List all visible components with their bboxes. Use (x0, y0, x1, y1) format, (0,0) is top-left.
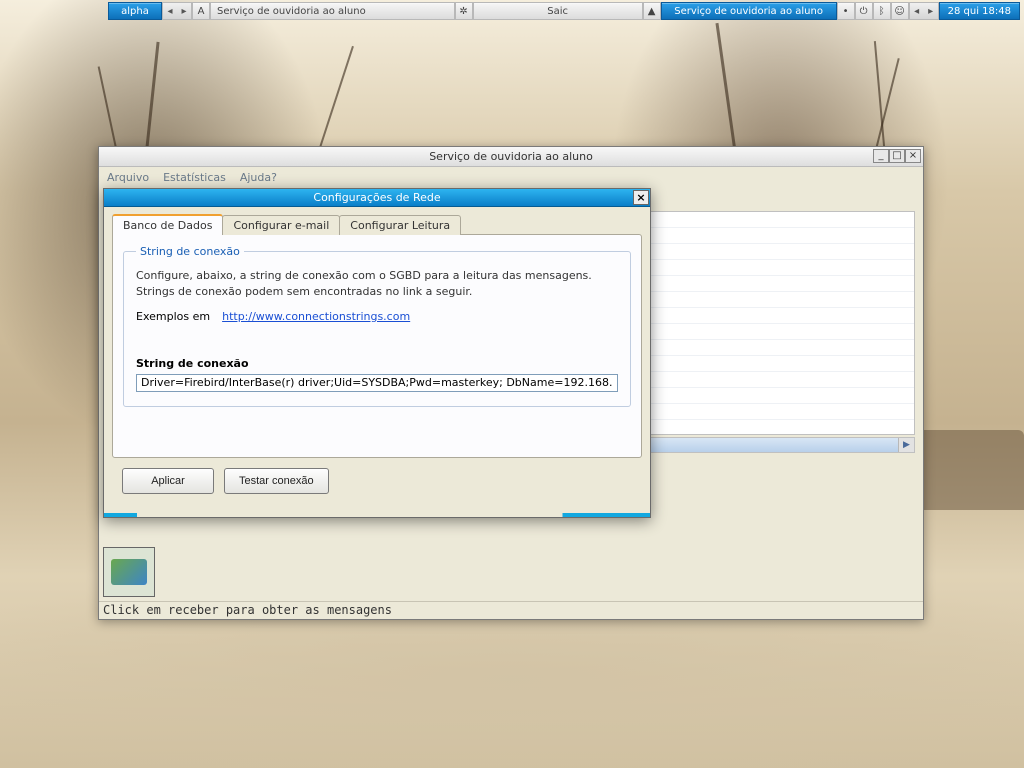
examples-link[interactable]: http://www.connectionstrings.com (222, 310, 410, 323)
group-legend: String de conexão (136, 245, 244, 258)
dialog-accent-bar (104, 513, 650, 517)
power-icon[interactable]: ⏻ (855, 2, 873, 20)
workspace-pager[interactable]: ◂▸ (162, 2, 192, 20)
top-panel: alpha ◂▸ A Serviço de ouvidoria ao aluno… (108, 2, 1020, 20)
menu-arquivo[interactable]: Arquivo (107, 171, 149, 184)
minimize-button[interactable]: _ (873, 149, 889, 163)
search-icon[interactable]: ✲ (455, 2, 473, 20)
show-desktop-icon[interactable]: A (192, 2, 210, 20)
clock[interactable]: 28 qui 18:48 (939, 2, 1020, 20)
help-text-line1: Configure, abaixo, a string de conexão c… (136, 268, 618, 284)
dialog-close-button[interactable]: × (633, 190, 649, 205)
examples-label: Exemplos em (136, 310, 210, 323)
image-icon (111, 559, 147, 585)
connection-string-group: String de conexão Configure, abaixo, a s… (123, 245, 631, 407)
menu-estatisticas[interactable]: Estatísticas (163, 171, 226, 184)
task-button-ouvidoria-active[interactable]: Serviço de ouvidoria ao aluno (661, 2, 837, 20)
menubar: Arquivo Estatísticas Ajuda? (99, 167, 923, 187)
task-button-ouvidoria[interactable]: Serviço de ouvidoria ao aluno (210, 2, 455, 20)
attachment-thumbnail[interactable] (103, 547, 155, 597)
maximize-button[interactable]: □ (889, 149, 905, 163)
host-label[interactable]: alpha (108, 2, 162, 20)
network-settings-dialog: Configurações de Rede × Banco de Dados C… (103, 188, 651, 518)
dialog-title: Configurações de Rede (313, 191, 440, 204)
dialog-titlebar[interactable]: Configurações de Rede × (104, 189, 650, 207)
user-icon[interactable]: ☺ (891, 2, 909, 20)
tab-configurar-leitura[interactable]: Configurar Leitura (339, 215, 461, 235)
tab-configurar-email[interactable]: Configurar e-mail (222, 215, 340, 235)
tab-banco-de-dados[interactable]: Banco de Dados (112, 214, 223, 235)
help-text-line2: Strings de conexão podem sem encontradas… (136, 284, 618, 300)
task-button-saic[interactable]: Saic (473, 2, 643, 20)
main-window-title: Serviço de ouvidoria ao aluno (429, 150, 593, 163)
menu-ajuda[interactable]: Ajuda? (240, 171, 277, 184)
bluetooth-icon[interactable]: ᛒ (873, 2, 891, 20)
connection-string-label: String de conexão (136, 357, 618, 370)
dialog-tabs: Banco de Dados Configurar e-mail Configu… (112, 213, 642, 235)
scroll-right-icon[interactable]: ▶ (898, 438, 914, 452)
tray-separator-icon: • (837, 2, 855, 20)
statusbar: Click em receber para obter as mensagens (99, 601, 923, 619)
tab-panel-db: String de conexão Configure, abaixo, a s… (112, 234, 642, 458)
test-connection-button[interactable]: Testar conexão (224, 468, 329, 494)
main-window-titlebar[interactable]: Serviço de ouvidoria ao aluno _ □ × (99, 147, 923, 167)
connection-string-input[interactable] (136, 374, 618, 392)
tray-pager[interactable]: ◂▸ (909, 2, 939, 20)
app-icon[interactable]: ▲ (643, 2, 661, 20)
apply-button[interactable]: Aplicar (122, 468, 214, 494)
close-button[interactable]: × (905, 149, 921, 163)
